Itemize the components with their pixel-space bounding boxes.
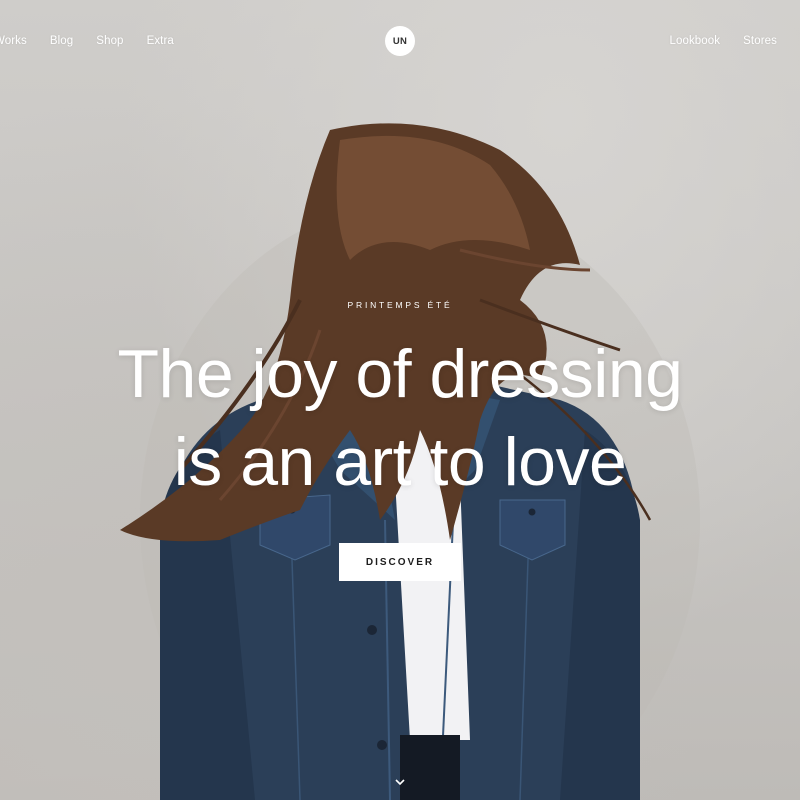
nav-link-stores[interactable]: Stores: [743, 35, 777, 47]
chevron-down-icon: [395, 778, 405, 785]
nav-link-works[interactable]: Works: [0, 35, 27, 47]
hero-headline: The joy of dressing is an art to love: [0, 330, 800, 506]
hero-headline-line-2: is an art to love: [173, 424, 627, 500]
nav-right-group: Lookbook Stores: [669, 35, 800, 47]
hero-section: Works Blog Shop Extra Lookbook Stores UN…: [0, 0, 800, 800]
nav-link-extra[interactable]: Extra: [147, 35, 174, 47]
nav-link-lookbook[interactable]: Lookbook: [669, 35, 720, 47]
site-logo[interactable]: UN: [385, 26, 415, 56]
nav-left-group: Works Blog Shop Extra: [0, 35, 174, 47]
hero-headline-line-1: The joy of dressing: [117, 336, 683, 412]
hero-eyebrow: PRINTEMPS ÉTÉ: [347, 300, 453, 310]
scroll-down-button[interactable]: [393, 776, 407, 788]
nav-link-shop[interactable]: Shop: [96, 35, 123, 47]
nav-link-blog[interactable]: Blog: [50, 35, 73, 47]
discover-button[interactable]: DISCOVER: [339, 543, 461, 581]
